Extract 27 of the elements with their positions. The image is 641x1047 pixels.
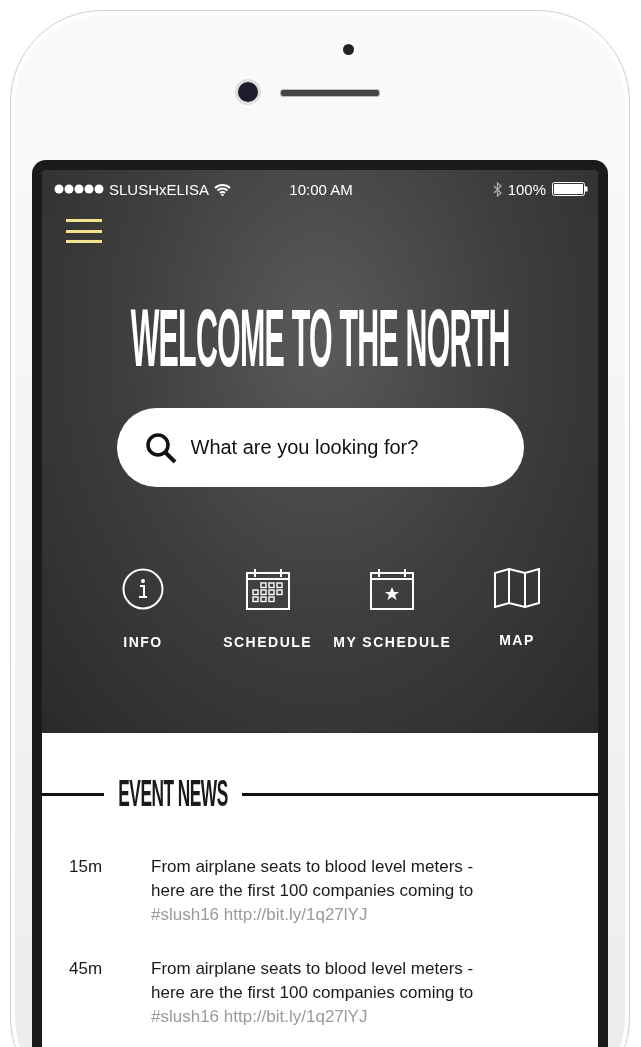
news-time: 15m [69, 856, 104, 878]
menu-icon[interactable] [66, 219, 102, 243]
nav-link[interactable]: MY SCHEDULE [333, 634, 452, 650]
news-text: From airplane seats to blood level meters - here are the first 100 companies coming to #slush16 http://bit.ly/1q27lYJ [151, 856, 475, 926]
section-heading: EVENT NEWS [118, 777, 228, 811]
search-input[interactable]: What are you looking for? [190, 436, 496, 459]
map-icon[interactable] [493, 568, 540, 608]
news-text: From airplane seats to blood level meters - here are the first 100 companies coming to #slush16 http://bit.ly/1q27lYJ [151, 958, 475, 1028]
search-icon [144, 431, 177, 464]
battery-percent: 100% [507, 180, 546, 198]
calendar-icon[interactable] [245, 568, 290, 610]
camera-lens [238, 82, 258, 102]
battery-icon [552, 182, 588, 196]
calendar-star-icon[interactable] [370, 568, 415, 610]
status-time: 10:00 AM [289, 180, 353, 198]
bluetooth-icon [492, 181, 502, 197]
nav-link[interactable]: MAP [499, 632, 535, 648]
carrier-name: SLUSHxELISA [109, 180, 210, 198]
news-time: 45m [69, 958, 104, 980]
welcome-title: WELCOME TO THE NORTH [130, 303, 510, 373]
wifi-icon [214, 182, 232, 196]
search-bar[interactable]: What are you looking for? [116, 408, 524, 487]
sensor-dot [343, 44, 354, 55]
nav-link[interactable]: INFO [123, 634, 163, 650]
info-icon[interactable] [122, 568, 164, 610]
nav-link[interactable]: SCHEDULE [223, 634, 313, 650]
signal-icon [54, 184, 104, 194]
